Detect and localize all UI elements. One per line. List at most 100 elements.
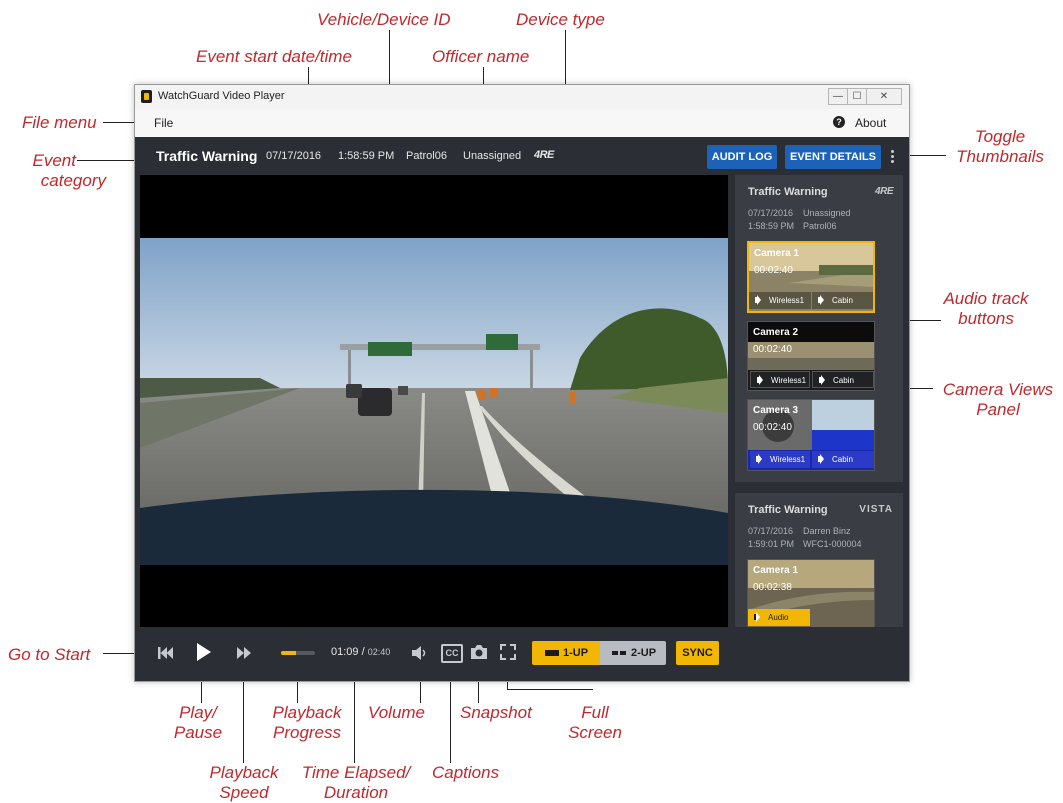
- full-screen-icon[interactable]: [500, 644, 516, 660]
- camera-time: 00:02:38: [753, 582, 792, 593]
- panel-event-category: Traffic Warning: [748, 186, 828, 198]
- time-readout: 01:09 / 02:40: [331, 646, 390, 658]
- camera-thumbnail[interactable]: Camera 1 00:02:38 Audio: [747, 559, 875, 629]
- callout-playback-speed: Playback Speed: [199, 763, 289, 803]
- captions-button[interactable]: CC: [441, 644, 463, 663]
- callout-playback-progress-line1: Playback: [272, 703, 342, 722]
- speaker-icon: [757, 375, 763, 385]
- callout-camera-views-line1: Camera Views: [942, 380, 1054, 399]
- panel-device-logo: 4RE: [875, 186, 893, 197]
- callout-snapshot: Snapshot: [460, 703, 532, 722]
- panel-event-date: 07/17/2016: [748, 208, 794, 218]
- speaker-icon: [756, 454, 762, 464]
- volume-icon[interactable]: [411, 645, 427, 661]
- event-details-button[interactable]: EVENT DETAILS: [785, 145, 881, 169]
- sync-button[interactable]: SYNC: [676, 641, 719, 665]
- audio-track-button[interactable]: Cabin: [812, 292, 873, 309]
- file-menu[interactable]: File: [154, 116, 173, 130]
- event-panel-4re: Traffic Warning 4RE 07/17/2016 Unassigne…: [735, 175, 903, 482]
- panel-device-logo: VISTA: [859, 504, 893, 515]
- camera-name: Camera 2: [753, 327, 799, 338]
- audio-track-label: Cabin: [832, 455, 853, 464]
- time-separator: /: [361, 646, 365, 658]
- speaker-icon: [754, 612, 760, 622]
- split-view-icon: [612, 651, 618, 655]
- help-icon[interactable]: ?: [833, 116, 845, 128]
- callout-officer-name: Officer name: [432, 47, 530, 66]
- camera-views-panel: Traffic Warning 4RE 07/17/2016 Unassigne…: [735, 175, 903, 645]
- playback-progress-bar[interactable]: [281, 651, 315, 655]
- panel-event-time: 1:58:59 PM: [748, 221, 795, 231]
- callout-playback-speed-line2: Speed: [219, 783, 269, 802]
- callout-play-pause-line2: Pause: [173, 723, 223, 742]
- speaker-icon: [819, 375, 825, 385]
- video-viewport[interactable]: [140, 175, 728, 627]
- event-time: 1:58:59 PM: [338, 150, 395, 162]
- camera-thumbnail[interactable]: Camera 1 00:02:40 Wireless1 Cabin: [747, 241, 875, 313]
- camera-name: Camera 3: [753, 405, 799, 416]
- audio-track-button[interactable]: Wireless1: [750, 451, 810, 468]
- callout-event-category: Event category: [20, 151, 106, 191]
- single-view-icon: [545, 650, 559, 656]
- callout-event-start: Event start date/time: [196, 47, 352, 66]
- panel-event-date: 07/17/2016: [748, 526, 794, 536]
- speaker-icon: [818, 454, 824, 464]
- layout-2up-button[interactable]: 2-UP: [600, 641, 666, 665]
- callout-full-screen-line2: Screen: [568, 723, 622, 742]
- camera-time: 00:02:40: [754, 265, 793, 276]
- audio-track-label: Cabin: [832, 296, 853, 305]
- play-icon[interactable]: [196, 642, 212, 662]
- camera-time: 00:02:40: [753, 422, 792, 433]
- audio-track-label: Audio: [768, 613, 789, 622]
- about-menu[interactable]: About: [855, 116, 886, 130]
- camera-thumbnail[interactable]: Camera 2 00:02:40 Wireless1 Cabin: [747, 321, 875, 391]
- audio-track-label: Wireless1: [769, 296, 805, 305]
- audio-track-button[interactable]: Wireless1: [750, 371, 810, 388]
- maximize-button[interactable]: ☐: [847, 88, 867, 105]
- leader-full-screen-h: [507, 689, 593, 690]
- callout-time-elapsed-line2: Duration: [323, 783, 389, 802]
- audio-track-button[interactable]: Wireless1: [749, 292, 811, 309]
- callout-toggle-thumbnails: Toggle Thumbnails: [945, 127, 1055, 167]
- callout-camera-views: Camera Views Panel: [935, 380, 1061, 420]
- callout-device-type: Device type: [516, 10, 605, 29]
- window-title: WatchGuard Video Player: [158, 90, 285, 102]
- audit-log-button[interactable]: AUDIT LOG: [707, 145, 777, 169]
- audio-track-button[interactable]: Audio: [748, 609, 810, 626]
- panel-officer-name: Unassigned: [803, 208, 851, 218]
- callout-vehicle-id: Vehicle/Device ID: [317, 10, 451, 29]
- vehicle-id: Patrol06: [406, 150, 447, 162]
- audio-track-button[interactable]: Cabin: [812, 371, 874, 388]
- watchguard-app-icon: [141, 90, 152, 103]
- callout-play-pause-line1: Play/: [179, 703, 217, 722]
- audio-track-label: Wireless1: [770, 455, 806, 464]
- panel-event-time: 1:59:01 PM: [748, 539, 795, 549]
- close-button[interactable]: ✕: [866, 88, 902, 105]
- toggle-thumbnails-icon[interactable]: [891, 150, 895, 164]
- callout-full-screen: Full Screen: [560, 703, 630, 743]
- callout-full-screen-line1: Full: [581, 703, 609, 722]
- callout-camera-views-line2: Panel: [976, 400, 1020, 419]
- split-view-icon-right: [620, 651, 626, 655]
- playback-speed-icon[interactable]: [237, 647, 251, 659]
- callout-playback-progress-line2: Progress: [272, 723, 342, 742]
- playback-progress-fill: [281, 651, 297, 655]
- camera-thumbnail[interactable]: Camera 3 00:02:40 Wireless1 Cabin: [747, 399, 875, 471]
- go-to-start-icon[interactable]: [158, 646, 174, 660]
- callout-event-category-line1: Event: [32, 151, 76, 170]
- event-date: 07/17/2016: [266, 150, 322, 162]
- layout-2up-label: 2-UP: [631, 647, 657, 659]
- duration-time: 02:40: [367, 647, 391, 657]
- officer-name: Unassigned: [463, 150, 522, 162]
- app-window: WatchGuard Video Player — ☐ ✕ File ? Abo…: [134, 84, 910, 682]
- layout-1up-button[interactable]: 1-UP: [532, 641, 600, 665]
- callout-audio-track-line1: Audio track: [943, 289, 1029, 308]
- callout-playback-speed-line1: Playback: [209, 763, 279, 782]
- device-type-logo: 4RE: [534, 149, 554, 161]
- snapshot-camera-icon[interactable]: [470, 644, 488, 660]
- menu-bar: File ? About: [135, 109, 909, 137]
- callout-play-pause: Play/ Pause: [170, 703, 226, 743]
- minimize-button[interactable]: —: [828, 88, 848, 105]
- camera-name: Camera 1: [754, 248, 800, 259]
- audio-track-button[interactable]: Cabin: [812, 451, 874, 468]
